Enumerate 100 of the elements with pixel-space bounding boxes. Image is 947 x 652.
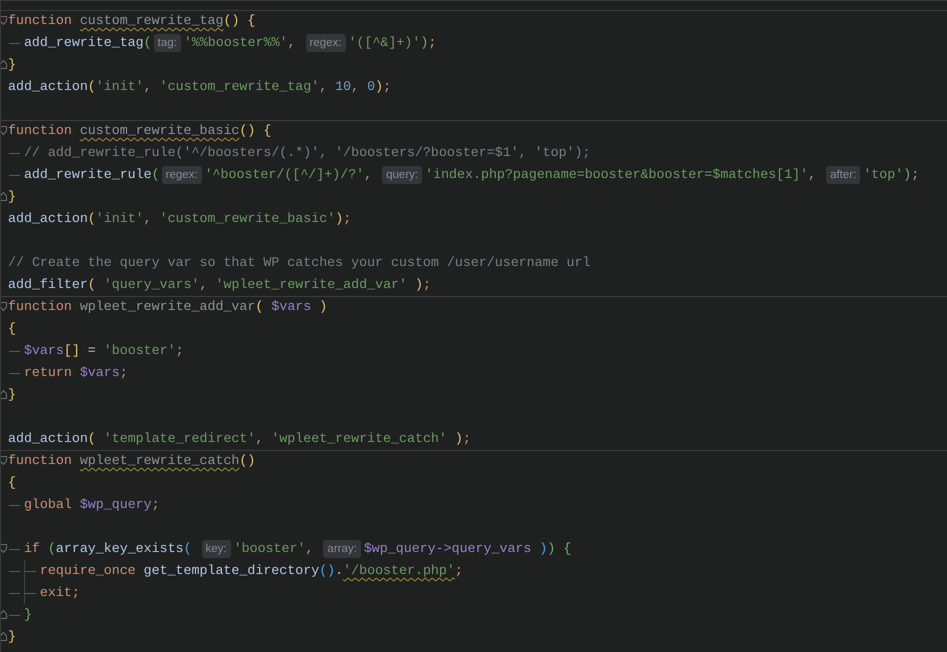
indent-guide (9, 548, 20, 550)
code-token: () (239, 452, 256, 470)
code-token: 'init' (96, 210, 144, 228)
code-token: // add_rewrite_rule('^/boosters/(.*)', '/boosters/?booster=$1', 'top'); (24, 144, 590, 162)
code-token: , (255, 430, 264, 448)
code-token: ( (184, 540, 193, 558)
fold-icon[interactable] (1, 544, 7, 553)
code-token: , (288, 34, 297, 52)
code-token: add_action (8, 430, 88, 448)
indent-guide (9, 350, 20, 352)
code-token: wpleet_rewrite_add_var (80, 298, 256, 316)
indent-guide (9, 174, 20, 176)
code-token: '/booster.php' (343, 562, 455, 580)
code-token: () { (223, 12, 256, 30)
code-token: ) (318, 298, 328, 316)
indent-guide (9, 592, 20, 594)
fold-icon[interactable] (1, 60, 7, 69)
code-token: '([^&]+)' (348, 34, 420, 52)
code-token: 'custom_rewrite_basic' (160, 210, 336, 228)
code-token: () (319, 562, 336, 580)
fold-icon[interactable] (1, 126, 7, 135)
code-token: ; (462, 430, 471, 448)
code-token: 'template_redirect' (104, 430, 256, 448)
code-token: , (144, 210, 153, 228)
fold-icon[interactable] (1, 302, 7, 311)
code-token: { (8, 474, 16, 492)
code-token: $wp_query->query_vars (364, 540, 532, 558)
code-token: ; (454, 562, 463, 580)
code-token: ) (414, 276, 423, 294)
code-token: ) (454, 430, 463, 448)
fold-icon[interactable] (1, 390, 7, 399)
code-token: 0 (367, 78, 376, 96)
code-token: custom_rewrite_basic (80, 122, 240, 140)
fold-icon[interactable] (1, 456, 7, 465)
parameter-hint: key: (202, 540, 231, 558)
code-token: '^booster/([^/]+)/?' (204, 166, 364, 184)
code-token: { (8, 320, 16, 338)
code-token: } (8, 56, 16, 74)
code-token: add_rewrite_tag (24, 34, 144, 52)
code-token: add_rewrite_rule (24, 166, 152, 184)
code-token: } (8, 628, 16, 646)
indent-guide (9, 570, 20, 572)
code-token: array_key_exists (56, 540, 184, 558)
code-token: ( (152, 166, 160, 184)
code-token: add_action (8, 210, 88, 228)
code-token: , (351, 78, 360, 96)
indent-guide (9, 152, 20, 154)
code-token: , (364, 166, 374, 184)
code-token: function (8, 298, 73, 316)
code-token: if (24, 540, 41, 558)
parameter-hint: after: (826, 166, 860, 184)
code-token: } (8, 386, 16, 404)
code-token: , (144, 78, 153, 96)
code-token: 'init' (96, 78, 144, 96)
fold-icon[interactable] (1, 632, 7, 641)
parameter-hint: tag: (154, 34, 181, 52)
indent-guide (9, 504, 20, 506)
indent-guide (24, 592, 36, 594)
code-token: ; (343, 210, 352, 228)
fold-icon[interactable] (1, 610, 7, 619)
code-token: ; (152, 496, 160, 514)
code-token: 'booster' (234, 540, 306, 558)
code-token: ; (428, 34, 436, 52)
code-token: 10 (335, 78, 352, 96)
code-token: } (8, 188, 16, 206)
code-token: ( (48, 540, 56, 558)
code-token: $vars (271, 298, 312, 316)
code-token: 'index.php?pagename=booster&booster=$matches[1]' (425, 166, 808, 184)
code-token: ( (144, 34, 152, 52)
code-token: get_template_directory (144, 562, 320, 580)
code-token: '%%booster%%' (184, 34, 288, 52)
code-token: 'wpleet_rewrite_catch' (271, 430, 447, 448)
code-token: function (8, 12, 73, 30)
code-token: , (808, 166, 818, 184)
code-token: function (8, 452, 73, 470)
code-token: $vars (80, 364, 120, 382)
code-token: ( (255, 298, 264, 316)
code-token: [] (64, 342, 80, 360)
fold-icon[interactable] (1, 16, 7, 25)
code-token: , (305, 540, 314, 558)
code-token: add_filter (8, 276, 88, 294)
code-token: return (24, 364, 73, 382)
parameter-hint: regex: (162, 166, 202, 184)
code-token: . (335, 562, 344, 580)
fold-icon[interactable] (1, 192, 7, 201)
indent-guide (24, 570, 36, 572)
code-token: global (24, 496, 73, 514)
code-token: require_once (40, 562, 137, 580)
code-token: custom_rewrite_tag (80, 12, 224, 30)
code-token: $wp_query (80, 496, 152, 514)
code-token: 'custom_rewrite_tag' (160, 78, 320, 96)
code-token: , (200, 276, 209, 294)
code-token: wpleet_rewrite_catch (80, 452, 240, 470)
code-token: ; (383, 78, 392, 96)
code-token: () { (239, 122, 272, 140)
code-token: ) (375, 78, 384, 96)
code-token: function (8, 122, 73, 140)
code-token: ) { (547, 540, 572, 558)
parameter-hint: array: (323, 540, 361, 558)
code-token: = (86, 342, 97, 360)
